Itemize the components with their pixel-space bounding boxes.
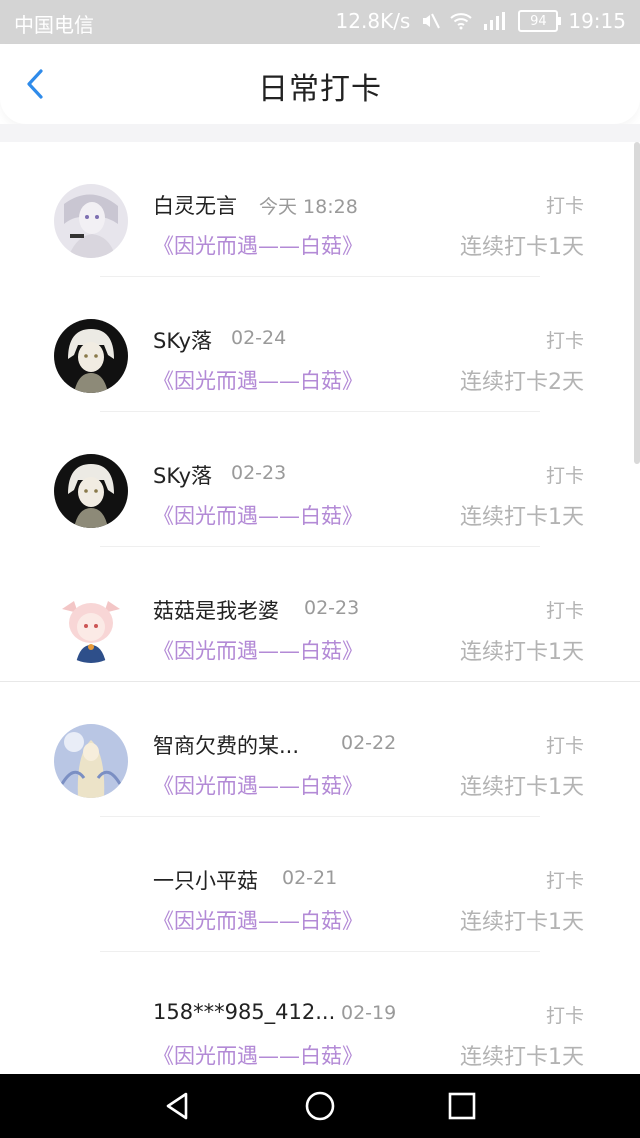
triangle-back-icon: [166, 1092, 188, 1120]
checkin-label: 打卡: [545, 1005, 584, 1027]
avatar[interactable]: [54, 184, 128, 258]
battery-icon: 94: [518, 10, 562, 32]
scrollbar[interactable]: [634, 142, 640, 464]
checkin-date: 02-19: [341, 1002, 397, 1024]
streak-count: 连续打卡1天: [460, 775, 584, 800]
list-item[interactable]: 智商欠费的某... 02-22 打卡 《因光而遇——白菇》 连续打卡1天: [0, 682, 640, 817]
checkin-list[interactable]: 白灵无言 今天 18:28 打卡 《因光而遇——白菇》 连续打卡1天 SKy落 …: [0, 142, 640, 1074]
streak-count: 连续打卡1天: [460, 505, 584, 530]
book-title-link[interactable]: 《因光而遇——白菇》: [153, 635, 363, 665]
wifi-icon: [450, 12, 473, 30]
checkin-date: 02-23: [304, 597, 360, 619]
avatar[interactable]: [54, 724, 128, 798]
clock-time: 19:15: [568, 9, 626, 33]
mute-icon: [420, 11, 441, 31]
book-title-link[interactable]: 《因光而遇——白菇》: [153, 1040, 363, 1070]
system-nav-bar: [0, 1074, 640, 1138]
list-item[interactable]: 白灵无言 今天 18:28 打卡 《因光而遇——白菇》 连续打卡1天: [0, 142, 640, 277]
list-item[interactable]: 一只小平菇 02-21 打卡 《因光而遇——白菇》 连续打卡1天: [0, 817, 640, 952]
avatar[interactable]: [54, 454, 128, 528]
book-title-link[interactable]: 《因光而遇——白菇》: [153, 365, 363, 395]
list-item[interactable]: 菇菇是我老婆 02-23 打卡 《因光而遇——白菇》 连续打卡1天: [0, 547, 640, 682]
user-name[interactable]: 菇菇是我老婆: [153, 595, 279, 625]
list-item[interactable]: 158***985_412... 02-19 打卡 《因光而遇——白菇》 连续打…: [0, 952, 640, 1074]
user-name[interactable]: 一只小平菇: [153, 865, 258, 895]
app-header: 日常打卡: [0, 44, 640, 124]
checkin-label: 打卡: [545, 465, 584, 487]
list-item[interactable]: SKy落 02-23 打卡 《因光而遇——白菇》 连续打卡1天: [0, 412, 640, 547]
avatar[interactable]: [54, 319, 128, 393]
square-recent-icon: [448, 1092, 476, 1120]
carrier-label: 中国电信: [14, 13, 94, 37]
network-speed: 12.8K/s: [335, 9, 411, 33]
streak-count: 连续打卡1天: [460, 640, 584, 665]
status-bar-right: 12.8K/s 94 19:15: [336, 9, 626, 33]
status-bar: 中国电信 12.8K/s 94 19:15: [0, 0, 640, 44]
nav-recent-button[interactable]: [446, 1090, 478, 1122]
book-title-link[interactable]: 《因光而遇——白菇》: [153, 500, 363, 530]
circle-home-icon: [305, 1091, 335, 1121]
book-title-link[interactable]: 《因光而遇——白菇》: [153, 770, 363, 800]
checkin-date: 02-21: [282, 867, 338, 889]
checkin-date: 今天 18:28: [259, 196, 358, 218]
avatar[interactable]: [54, 859, 128, 933]
user-name[interactable]: 智商欠费的某...: [153, 730, 299, 760]
list-item[interactable]: SKy落 02-24 打卡 《因光而遇——白菇》 连续打卡2天: [0, 277, 640, 412]
page-title: 日常打卡: [258, 72, 382, 107]
streak-count: 连续打卡1天: [460, 235, 584, 260]
user-name[interactable]: 158***985_412...: [153, 1000, 335, 1024]
avatar[interactable]: [54, 589, 128, 663]
user-name[interactable]: SKy落: [153, 325, 212, 355]
checkin-label: 打卡: [545, 330, 584, 352]
streak-count: 连续打卡2天: [460, 370, 584, 395]
book-title-link[interactable]: 《因光而遇——白菇》: [153, 230, 363, 260]
checkin-date: 02-23: [231, 462, 287, 484]
header-gap: [0, 124, 640, 142]
nav-home-button[interactable]: [304, 1090, 336, 1122]
checkin-label: 打卡: [545, 600, 584, 622]
signal-icon: [482, 12, 508, 30]
checkin-label: 打卡: [545, 195, 584, 217]
checkin-date: 02-22: [341, 732, 397, 754]
nav-back-button[interactable]: [162, 1090, 194, 1122]
user-name[interactable]: SKy落: [153, 460, 212, 490]
streak-count: 连续打卡1天: [460, 1045, 584, 1070]
checkin-label: 打卡: [545, 870, 584, 892]
book-title-link[interactable]: 《因光而遇——白菇》: [153, 905, 363, 935]
user-name[interactable]: 白灵无言: [153, 190, 237, 220]
checkin-date: 02-24: [231, 327, 287, 349]
checkin-label: 打卡: [545, 735, 584, 757]
avatar[interactable]: [54, 994, 128, 1068]
streak-count: 连续打卡1天: [460, 910, 584, 935]
